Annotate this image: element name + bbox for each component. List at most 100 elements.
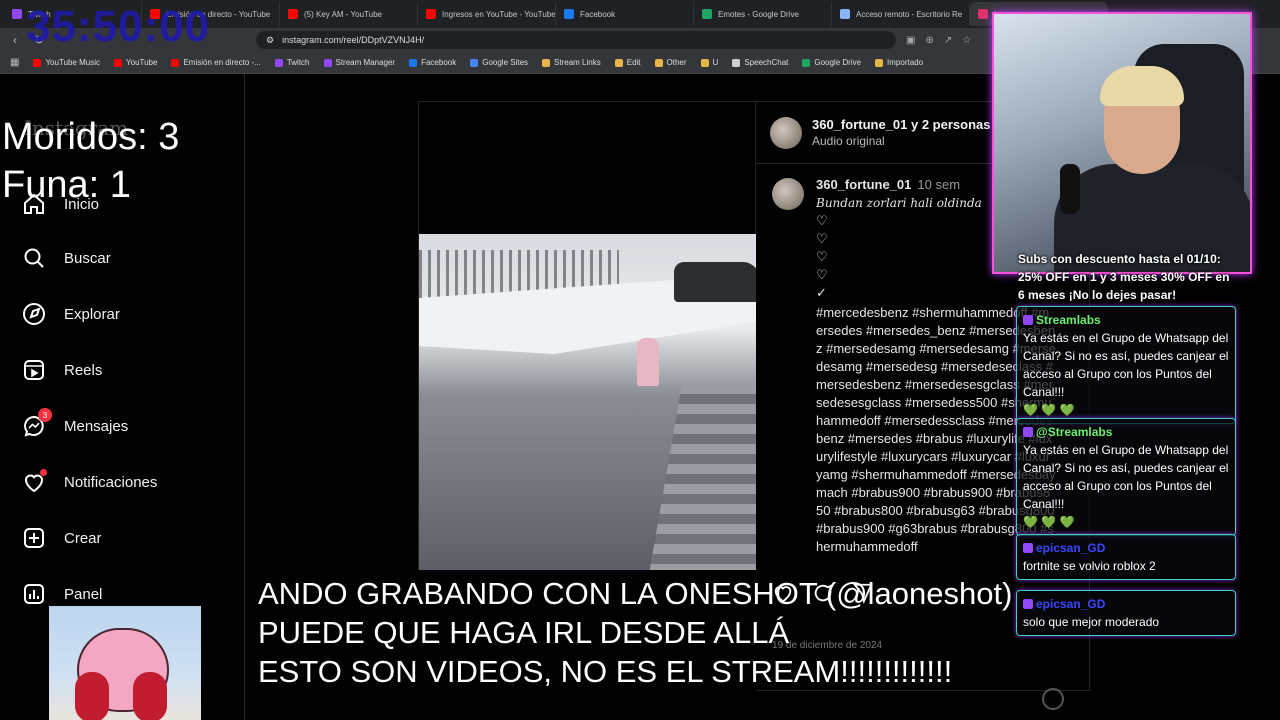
- url-field[interactable]: ⚙ instagram.com/reel/DDptVZVNJ4H/: [256, 31, 896, 49]
- sidebar-item-label: Notificaciones: [64, 473, 158, 491]
- author-avatar[interactable]: [770, 116, 802, 149]
- tab-favicon-icon: [840, 9, 850, 19]
- bookmark-item[interactable]: U: [700, 58, 718, 67]
- bookmark-favicon-icon: [114, 58, 123, 67]
- bookmark-item[interactable]: Other: [654, 58, 687, 67]
- bookmark-item[interactable]: SpeechChat: [732, 58, 788, 67]
- sidebar-item-compass[interactable]: Explorar: [22, 302, 120, 326]
- audio-label[interactable]: Audio original: [812, 134, 1020, 148]
- chat-badge-icon: [1023, 315, 1033, 325]
- streamer-hair-shape: [1100, 66, 1184, 106]
- unread-badge: 3: [38, 408, 52, 422]
- bookmark-favicon-icon: [654, 58, 663, 67]
- heart-icon: [22, 469, 47, 494]
- bookmark-favicon-icon: [542, 58, 551, 67]
- bookmark-favicon-icon: [700, 58, 709, 67]
- sidebar-item-heart[interactable]: Notificaciones: [22, 469, 158, 494]
- stream-banner: ANDO GRABANDO CON LA ONESHOT (@laoneshot…: [258, 574, 1012, 691]
- compass-icon: [22, 302, 46, 326]
- caption-avatar[interactable]: [772, 178, 804, 210]
- share-icon[interactable]: ↗: [944, 35, 952, 46]
- chat-hearts: 💚 💚 💚: [1023, 515, 1075, 529]
- bookmark-item[interactable]: Google Drive: [802, 58, 861, 67]
- caption-time: 10 sem: [917, 177, 961, 192]
- bookmark-label: YouTube Music: [45, 58, 101, 67]
- bookmark-label: Stream Manager: [335, 58, 396, 67]
- bookmark-favicon-icon: [614, 58, 623, 67]
- person-shape: [637, 338, 659, 386]
- chat-message: Streamlabs Ya estás en el Grupo de Whatsa…: [1016, 306, 1236, 424]
- chat-message: epicsan_GD fortnite se volvio roblox 2: [1016, 534, 1236, 580]
- bookmark-item[interactable]: Facebook: [409, 58, 456, 67]
- bookmark-label: Google Sites: [482, 58, 529, 67]
- bookmark-favicon-icon: [875, 58, 884, 67]
- chat-badge-icon: [1023, 427, 1033, 437]
- tab-favicon-icon: [12, 9, 22, 19]
- tab-label: Emotes - Google Drive: [718, 9, 799, 19]
- tab-favicon-icon: [978, 9, 988, 19]
- browser-tab[interactable]: Acceso remoto - Escritorio Re: [832, 2, 970, 26]
- site-info-icon[interactable]: ⚙: [266, 35, 274, 46]
- sidebar-item-label: Panel: [64, 585, 103, 603]
- chat-message: epicsan_GD solo que mejor moderado: [1016, 590, 1236, 636]
- sidebar-item-chart[interactable]: Panel: [22, 582, 102, 606]
- back-icon[interactable]: ‹: [8, 33, 22, 47]
- stream-timer: 35:50:00: [26, 2, 211, 51]
- stairs-shape: [649, 384, 757, 570]
- sidebar-item-plus-square[interactable]: Crear: [22, 526, 102, 550]
- bookmark-label: SpeechChat: [744, 58, 789, 67]
- bookmark-label: Google Drive: [814, 58, 862, 67]
- car-shape: [674, 262, 757, 302]
- sidebar-item-search[interactable]: Buscar: [22, 246, 111, 270]
- zoom-icon[interactable]: ⊕: [925, 35, 933, 46]
- bookmark-star-icon[interactable]: ☆: [962, 35, 971, 46]
- url-text: instagram.com/reel/DDptVZVNJ4H/: [282, 35, 425, 45]
- bookmark-label: Twitch: [286, 58, 310, 67]
- browser-tab[interactable]: (5) Key AM - YouTube: [280, 2, 418, 26]
- reel-video[interactable]: [418, 101, 757, 570]
- kirby-left-foot: [75, 672, 109, 720]
- cast-icon[interactable]: ▣: [906, 35, 915, 46]
- bookmark-item[interactable]: Importado: [875, 58, 923, 67]
- tab-favicon-icon: [702, 9, 712, 19]
- tab-favicon-icon: [288, 9, 298, 19]
- caption-author[interactable]: 360_fortune_01: [816, 177, 911, 192]
- bookmark-label: Importado: [887, 58, 924, 67]
- kirby-gif: [49, 606, 201, 720]
- browser-tab[interactable]: Emotes - Google Drive: [694, 2, 832, 26]
- bookmark-label: YouTube: [126, 58, 158, 67]
- reels-icon: [22, 358, 46, 382]
- sidebar-item-label: Crear: [64, 529, 102, 547]
- bookmark-favicon-icon: [802, 58, 811, 67]
- sidebar-item-label: Reels: [64, 361, 103, 379]
- chat-username: Streamlabs: [1036, 313, 1101, 327]
- sidebar-item-label: Mensajes: [64, 417, 129, 435]
- apps-grid-icon[interactable]: ▦: [10, 57, 19, 68]
- bookmark-item[interactable]: Twitch: [274, 58, 310, 67]
- sidebar-item-reels[interactable]: Reels: [22, 358, 102, 382]
- browser-tab[interactable]: Facebook: [556, 2, 694, 26]
- banner-line: ESTO SON VIDEOS, NO ES EL STREAM!!!!!!!!…: [258, 654, 953, 689]
- emoji-icon[interactable]: [1042, 688, 1064, 710]
- banner-line: PUEDE QUE HAGA IRL DESDE ALLÁ: [258, 615, 790, 650]
- sidebar-item-label: Buscar: [64, 249, 111, 267]
- bookmark-item[interactable]: YouTube: [114, 58, 157, 67]
- bookmark-favicon-icon: [409, 58, 418, 67]
- browser-tab[interactable]: Ingresos en YouTube - YouTube: [418, 2, 556, 26]
- plus-square-icon: [22, 526, 46, 550]
- bookmark-item[interactable]: YouTube Music: [33, 58, 100, 67]
- bookmark-item[interactable]: Stream Manager: [323, 58, 396, 67]
- post-author[interactable]: 360_fortune_01 y 2 personas más: [812, 117, 1020, 132]
- bookmark-item[interactable]: Edit: [614, 58, 641, 67]
- bookmark-favicon-icon: [323, 58, 332, 67]
- bookmark-item[interactable]: Google Sites: [470, 58, 528, 67]
- bookmark-favicon-icon: [274, 58, 283, 67]
- bookmark-label: Facebook: [421, 58, 457, 67]
- bookmark-item[interactable]: Stream Links: [542, 58, 601, 67]
- sidebar-item-messenger[interactable]: 3 Mensajes: [22, 408, 129, 438]
- chat-message: @Streamlabs Ya estás en el Grupo de Whats…: [1016, 418, 1236, 536]
- bookmark-label: Emisión en directo -...: [183, 58, 261, 67]
- bookmark-item[interactable]: Emisión en directo -...: [171, 58, 261, 67]
- chat-username: @Streamlabs: [1036, 425, 1113, 439]
- tab-favicon-icon: [564, 9, 574, 19]
